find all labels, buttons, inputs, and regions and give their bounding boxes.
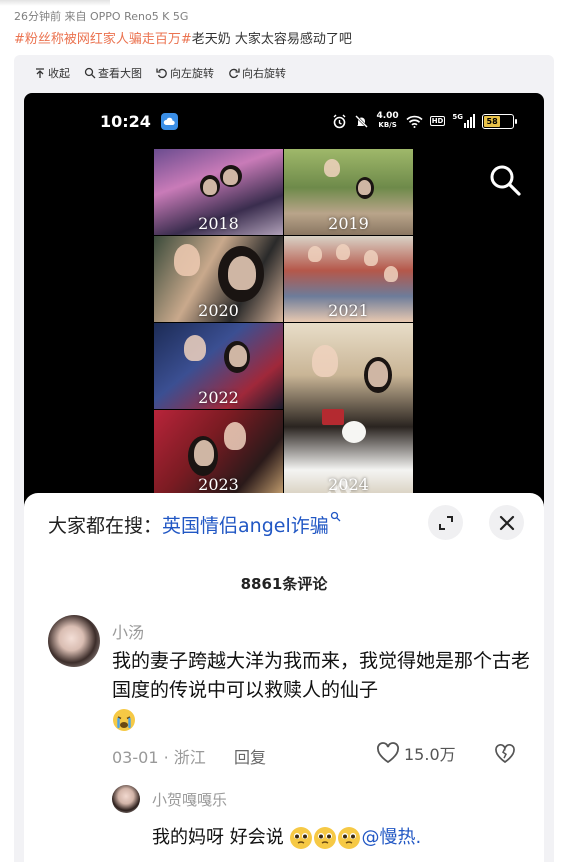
media-viewer: 收起 查看大图 向左旋转 向右旋转 10:24 4.00 KB/S HD 5G … [14,55,554,862]
trending-prefix: 大家都在搜： [48,515,163,537]
photo-tile: 2023 [154,410,283,496]
close-button[interactable] [489,505,524,540]
photo-tile: 2024 [284,323,413,496]
comment-text: 我的妻子跨越大洋为我而来，我觉得她是那个古老国度的传说中可以救赎人的仙子 [112,647,532,734]
like-count: 15.0万 [404,745,456,764]
network-type: 5G [452,113,463,121]
pleading-face-icon [338,827,361,849]
wifi-icon [406,115,423,128]
expand-icon [438,515,453,530]
collapse-button[interactable]: 收起 [34,65,70,81]
media-toolbar: 收起 查看大图 向左旋转 向右旋转 [34,65,286,81]
rotate-left-button[interactable]: 向左旋转 [156,65,214,81]
collapse-icon [36,68,44,78]
net-speed-value: 4.00 [376,111,399,121]
net-speed: 4.00 KB/S [376,112,398,130]
magnifier-icon [84,67,96,79]
reply-button[interactable]: 回复 [234,744,266,768]
close-icon [499,515,514,530]
trending-search-bar[interactable]: 大家都在搜：英国情侣angel诈骗 [48,511,341,538]
top-fade [0,0,110,6]
mention-link[interactable]: @慢热. [361,827,421,848]
battery-level: 58 [484,115,501,127]
view-large-button[interactable]: 查看大图 [84,65,142,81]
comment-date-location: 03-01 · 浙江 [112,748,206,767]
pleading-face-icon [314,827,337,849]
avatar[interactable] [48,615,100,667]
view-large-label: 查看大图 [98,67,142,80]
year-label: 2021 [328,301,369,320]
broken-heart-icon[interactable] [494,743,516,765]
photo-tile: 2022 [154,323,283,409]
year-label: 2022 [198,388,239,407]
mute-bell-icon [355,114,369,128]
crying-face-icon [113,708,135,731]
rotate-left-label: 向左旋转 [170,67,214,80]
heart-icon [377,742,399,764]
reply-body: 我的妈呀 好会说 [152,827,284,848]
rotate-right-label: 向右旋转 [242,67,286,80]
phone-screenshot-image[interactable]: 10:24 4.00 KB/S HD 5G 58 2018 2019 2020 … [24,93,544,862]
rotate-left-icon [156,68,167,79]
comment-username[interactable]: 小汤 [112,619,144,643]
photo-tile: 2018 [154,149,283,235]
trending-keyword-link[interactable]: 英国情侣angel诈骗 [162,515,329,537]
signal-bars-icon: 5G [452,114,475,128]
search-icon[interactable] [488,163,522,197]
alarm-icon [333,114,346,128]
comment-count: 8861条评论 [240,575,328,593]
expand-button[interactable] [428,505,463,540]
weather-app-icon [160,112,178,130]
small-search-icon [330,511,341,522]
reply-text: 我的妈呀 好会说 @慢热. [152,823,421,850]
year-label: 2019 [328,214,369,233]
year-label: 2023 [198,475,239,494]
photo-tile: 2021 [284,236,413,322]
couple-photo-collage: 2018 2019 2020 2021 2022 2024 2023 [154,149,413,496]
post-body: 老天奶 大家太容易感动了吧 [191,32,352,47]
topic-tag-link[interactable]: #粉丝称被网红家人骗走百万# [14,32,192,47]
avatar[interactable] [112,785,140,813]
comments-sheet: 大家都在搜：英国情侣angel诈骗 8861条评论 小汤 我的妻子跨越大洋为我而… [24,493,544,862]
battery-icon: 58 [482,113,517,129]
post-text: #粉丝称被网红家人骗走百万#老天奶 大家太容易感动了吧 [14,28,352,47]
collapse-label: 收起 [48,67,70,80]
rotate-right-icon [229,68,240,79]
phone-status-bar: 10:24 4.00 KB/S HD 5G 58 [24,93,544,149]
comment-body: 我的妻子跨越大洋为我而来，我觉得她是那个古老国度的传说中可以救赎人的仙子 [112,650,531,701]
reply-username[interactable]: 小贺嘎嘎乐 [152,789,227,810]
pleading-face-icon [290,827,313,849]
photo-tile: 2020 [154,236,283,322]
year-label: 2018 [198,214,239,233]
rotate-right-button[interactable]: 向右旋转 [228,65,286,81]
year-label: 2020 [198,301,239,320]
net-speed-unit: KB/S [378,121,397,129]
post-meta: 26分钟前 来自 OPPO Reno5 K 5G [14,10,189,23]
like-button[interactable]: 15.0万 [376,741,456,765]
status-time: 10:24 [100,111,151,131]
photo-tile: 2019 [284,149,413,235]
status-icons: 4.00 KB/S HD 5G 58 [332,112,517,130]
hd-badge: HD [429,116,446,126]
